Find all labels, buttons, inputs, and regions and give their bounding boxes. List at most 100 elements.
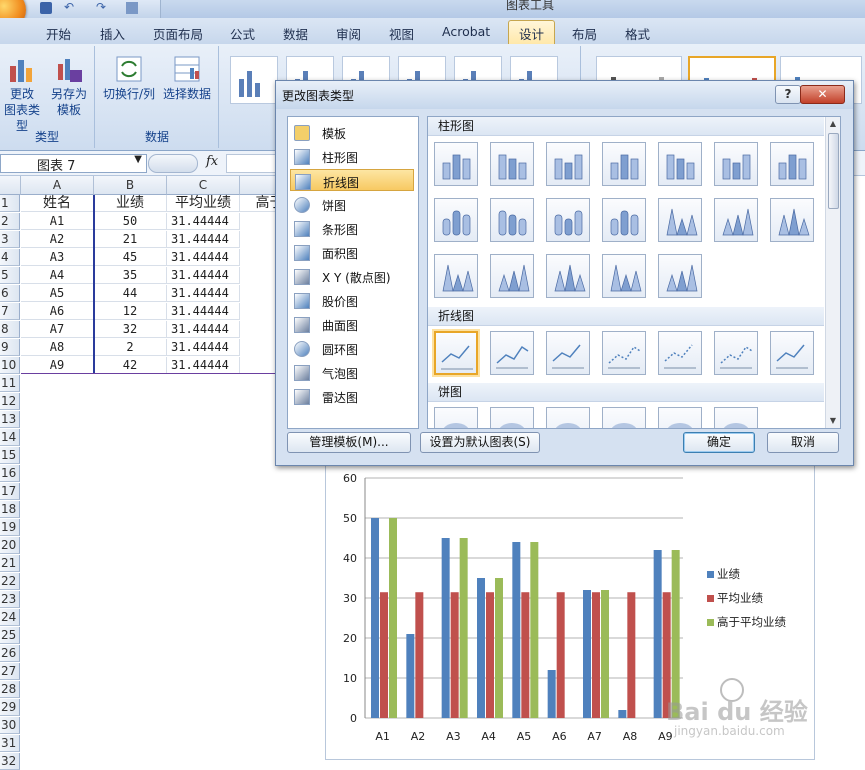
table-cell[interactable]: 35 — [94, 267, 167, 284]
chart-type-item[interactable]: 饼图 — [290, 193, 414, 215]
row-header[interactable]: 12 — [0, 393, 20, 410]
column-header-b[interactable]: B — [94, 176, 167, 195]
table-cell[interactable]: 44 — [94, 285, 167, 302]
chart-type-item[interactable]: 雷达图 — [290, 385, 414, 407]
name-box[interactable]: 图表 7 ▼ — [0, 154, 147, 174]
set-default-chart-button[interactable]: 设置为默认图表(S) — [420, 432, 540, 453]
row-header[interactable]: 31 — [0, 735, 20, 752]
chart-type-item[interactable]: 股价图 — [290, 289, 414, 311]
row-header[interactable]: 8 — [0, 321, 20, 338]
tab-formulas[interactable]: 公式 — [230, 24, 255, 43]
cone-subtype-thumb[interactable] — [434, 254, 478, 298]
chevron-down-icon[interactable]: ▼ — [134, 154, 142, 165]
column-subtype-thumb[interactable] — [770, 142, 814, 186]
line-subtype-thumb[interactable] — [546, 331, 590, 375]
row-header[interactable]: 19 — [0, 519, 20, 536]
tab-acrobat[interactable]: Acrobat — [442, 24, 490, 39]
select-data-button[interactable]: 选择数据 — [158, 54, 216, 102]
save-as-template-button[interactable]: 另存为 模板 — [46, 54, 92, 118]
dialog-title-bar[interactable]: 更改图表类型 ? ✕ — [276, 81, 853, 109]
chart-type-item[interactable]: 曲面图 — [290, 313, 414, 335]
undo-icon[interactable]: ↶ — [64, 0, 74, 14]
chart-type-item[interactable]: 柱形图 — [290, 145, 414, 167]
cancel-button[interactable]: 取消 — [767, 432, 839, 453]
fx-icon[interactable]: fx — [206, 154, 218, 169]
table-cell[interactable]: A7 — [21, 321, 94, 338]
row-header[interactable]: 22 — [0, 573, 20, 590]
table-cell[interactable]: A9 — [21, 357, 94, 374]
cyl-subtype-thumb[interactable] — [490, 198, 534, 242]
line-subtype-thumb[interactable] — [434, 331, 478, 375]
pie-subtype-thumb[interactable] — [602, 407, 646, 428]
table-cell[interactable]: 31.44444 — [167, 267, 240, 284]
tab-review[interactable]: 审阅 — [336, 24, 361, 43]
column-subtype-thumb[interactable] — [546, 142, 590, 186]
cone-subtype-thumb[interactable] — [714, 198, 758, 242]
header-cell[interactable]: 平均业绩 — [167, 195, 240, 212]
row-header[interactable]: 27 — [0, 663, 20, 680]
row-header[interactable]: 28 — [0, 681, 20, 698]
row-header[interactable]: 16 — [0, 465, 20, 482]
cyl-subtype-thumb[interactable] — [434, 198, 478, 242]
row-header[interactable]: 5 — [0, 267, 20, 284]
cone-subtype-thumb[interactable] — [658, 254, 702, 298]
pie-subtype-thumb[interactable] — [546, 407, 590, 428]
select-all-corner[interactable] — [0, 176, 21, 195]
table-cell[interactable]: 42 — [94, 357, 167, 374]
row-header[interactable]: 32 — [0, 753, 20, 770]
table-cell[interactable]: A6 — [21, 303, 94, 320]
column-subtype-thumb[interactable] — [658, 142, 702, 186]
column-header-c[interactable]: C — [167, 176, 240, 195]
header-cell[interactable]: 姓名 — [21, 195, 94, 212]
row-header[interactable]: 14 — [0, 429, 20, 446]
chart-layout-1[interactable] — [230, 56, 278, 104]
chart-type-item[interactable]: 圆环图 — [290, 337, 414, 359]
close-button[interactable]: ✕ — [800, 85, 845, 104]
manage-templates-button[interactable]: 管理模板(M)... — [287, 432, 411, 453]
row-header[interactable]: 2 — [0, 213, 20, 230]
row-header[interactable]: 18 — [0, 501, 20, 518]
gallery-scrollbar[interactable]: ▲ ▼ — [825, 117, 840, 428]
column-subtype-thumb[interactable] — [434, 142, 478, 186]
cone-subtype-thumb[interactable] — [658, 198, 702, 242]
chart-type-item[interactable]: X Y (散点图) — [290, 265, 414, 287]
change-chart-type-button[interactable]: 更改 图表类型 — [0, 54, 44, 134]
line-subtype-thumb[interactable] — [714, 331, 758, 375]
pie-subtype-thumb[interactable] — [434, 407, 478, 428]
line-subtype-thumb[interactable] — [770, 331, 814, 375]
table-cell[interactable]: 12 — [94, 303, 167, 320]
row-header[interactable]: 25 — [0, 627, 20, 644]
table-cell[interactable]: A8 — [21, 339, 94, 356]
formula-bar-divider[interactable] — [148, 154, 198, 173]
cyl-subtype-thumb[interactable] — [602, 198, 646, 242]
row-header[interactable]: 6 — [0, 285, 20, 302]
redo-icon[interactable]: ↷ — [96, 0, 106, 14]
row-header[interactable]: 15 — [0, 447, 20, 464]
table-cell[interactable]: A2 — [21, 231, 94, 248]
tab-design[interactable]: 设计 — [508, 20, 556, 46]
table-cell[interactable]: 31.44444 — [167, 213, 240, 230]
help-button[interactable]: ? — [775, 85, 801, 104]
quick-access-toolbar[interactable]: ↶ ↷ — [0, 0, 161, 30]
row-header[interactable]: 7 — [0, 303, 20, 320]
row-header[interactable]: 21 — [0, 555, 20, 572]
pie-subtype-thumb[interactable] — [714, 407, 758, 428]
cone-subtype-thumb[interactable] — [546, 254, 590, 298]
chart-type-item[interactable]: 折线图 — [290, 169, 414, 191]
row-header[interactable]: 9 — [0, 339, 20, 356]
row-header[interactable]: 23 — [0, 591, 20, 608]
row-header[interactable]: 1 — [0, 195, 20, 212]
tab-format[interactable]: 格式 — [625, 24, 650, 43]
row-header[interactable]: 26 — [0, 645, 20, 662]
line-subtype-thumb[interactable] — [490, 331, 534, 375]
scroll-down-icon[interactable]: ▼ — [826, 414, 840, 428]
table-cell[interactable]: 50 — [94, 213, 167, 230]
chart-type-item[interactable]: 模板 — [290, 121, 414, 143]
column-subtype-thumb[interactable] — [602, 142, 646, 186]
column-subtype-thumb[interactable] — [490, 142, 534, 186]
pie-subtype-thumb[interactable] — [658, 407, 702, 428]
tab-data[interactable]: 数据 — [283, 24, 308, 43]
tab-home[interactable]: 开始 — [46, 24, 71, 43]
row-header[interactable]: 10 — [0, 357, 20, 374]
line-subtype-thumb[interactable] — [602, 331, 646, 375]
